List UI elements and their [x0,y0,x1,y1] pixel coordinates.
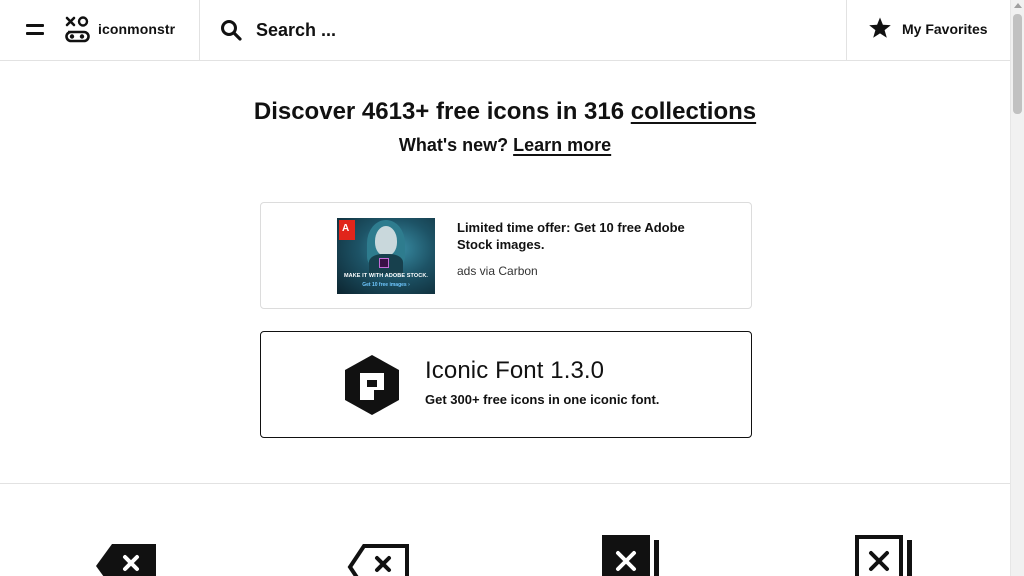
backspace-filled-icon[interactable] [92,528,164,576]
hero-title: Discover 4613+ free icons in 316 collect… [0,98,1010,126]
ad-image[interactable]: A MAKE IT WITH ADOBE STOCK. Get 10 free … [337,218,435,294]
menu-button[interactable] [23,20,47,40]
adobe-logo-icon: A [339,220,355,240]
ad-image-caption: MAKE IT WITH ADOBE STOCK. [343,273,429,279]
scroll-up-arrow-icon[interactable] [1014,3,1022,8]
star-icon [869,17,891,38]
learn-more-link[interactable]: Learn more [513,135,611,155]
backspace-outline-icon[interactable] [344,528,416,576]
hamburger-icon [26,24,44,27]
scrollbar-thumb[interactable] [1013,14,1022,114]
search-icon[interactable] [220,19,242,41]
adobe-logo-letter: A [342,223,350,234]
promo-title: Iconic Font 1.3.0 [425,357,605,384]
search-input[interactable] [252,14,812,46]
top-header: iconmonstr My Favorites [0,0,1010,61]
iconic-font-promo-card[interactable]: Iconic Font 1.3.0 Get 300+ free icons in… [260,331,752,438]
collections-link[interactable]: collections [631,98,756,125]
iconic-font-logo-icon [345,355,399,415]
site-logo[interactable]: iconmonstr [64,15,175,43]
delete-filled-icon[interactable] [598,528,670,576]
header-divider [199,0,200,61]
hamburger-icon-line [26,32,44,35]
my-favorites-button[interactable]: My Favorites [846,0,1010,61]
hero-title-text: Discover 4613+ free icons in 316 [253,98,631,125]
delete-outline-icon[interactable] [851,528,923,576]
promo-subtitle: Get 300+ free icons in one iconic font. [425,392,660,407]
favorites-label: My Favorites [902,21,988,37]
hero-subtitle: What's new? Learn more [0,135,1010,156]
ads-via-carbon-link[interactable]: ads via Carbon [457,264,538,278]
section-divider [0,483,1010,484]
carbon-ad-card: A MAKE IT WITH ADOBE STOCK. Get 10 free … [260,202,752,309]
ad-image-subcaption: Get 10 free images › [362,282,410,288]
page-scrollbar[interactable] [1010,0,1024,576]
ad-text-link[interactable]: Limited time offer: Get 10 free Adobe St… [457,219,697,253]
adobe-stock-badge-icon [379,258,389,268]
logo-text: iconmonstr [98,21,176,37]
ad-image-face [375,226,397,256]
hero-subtitle-text: What's new? [398,135,514,155]
iconmonstr-logo-icon [65,16,90,43]
